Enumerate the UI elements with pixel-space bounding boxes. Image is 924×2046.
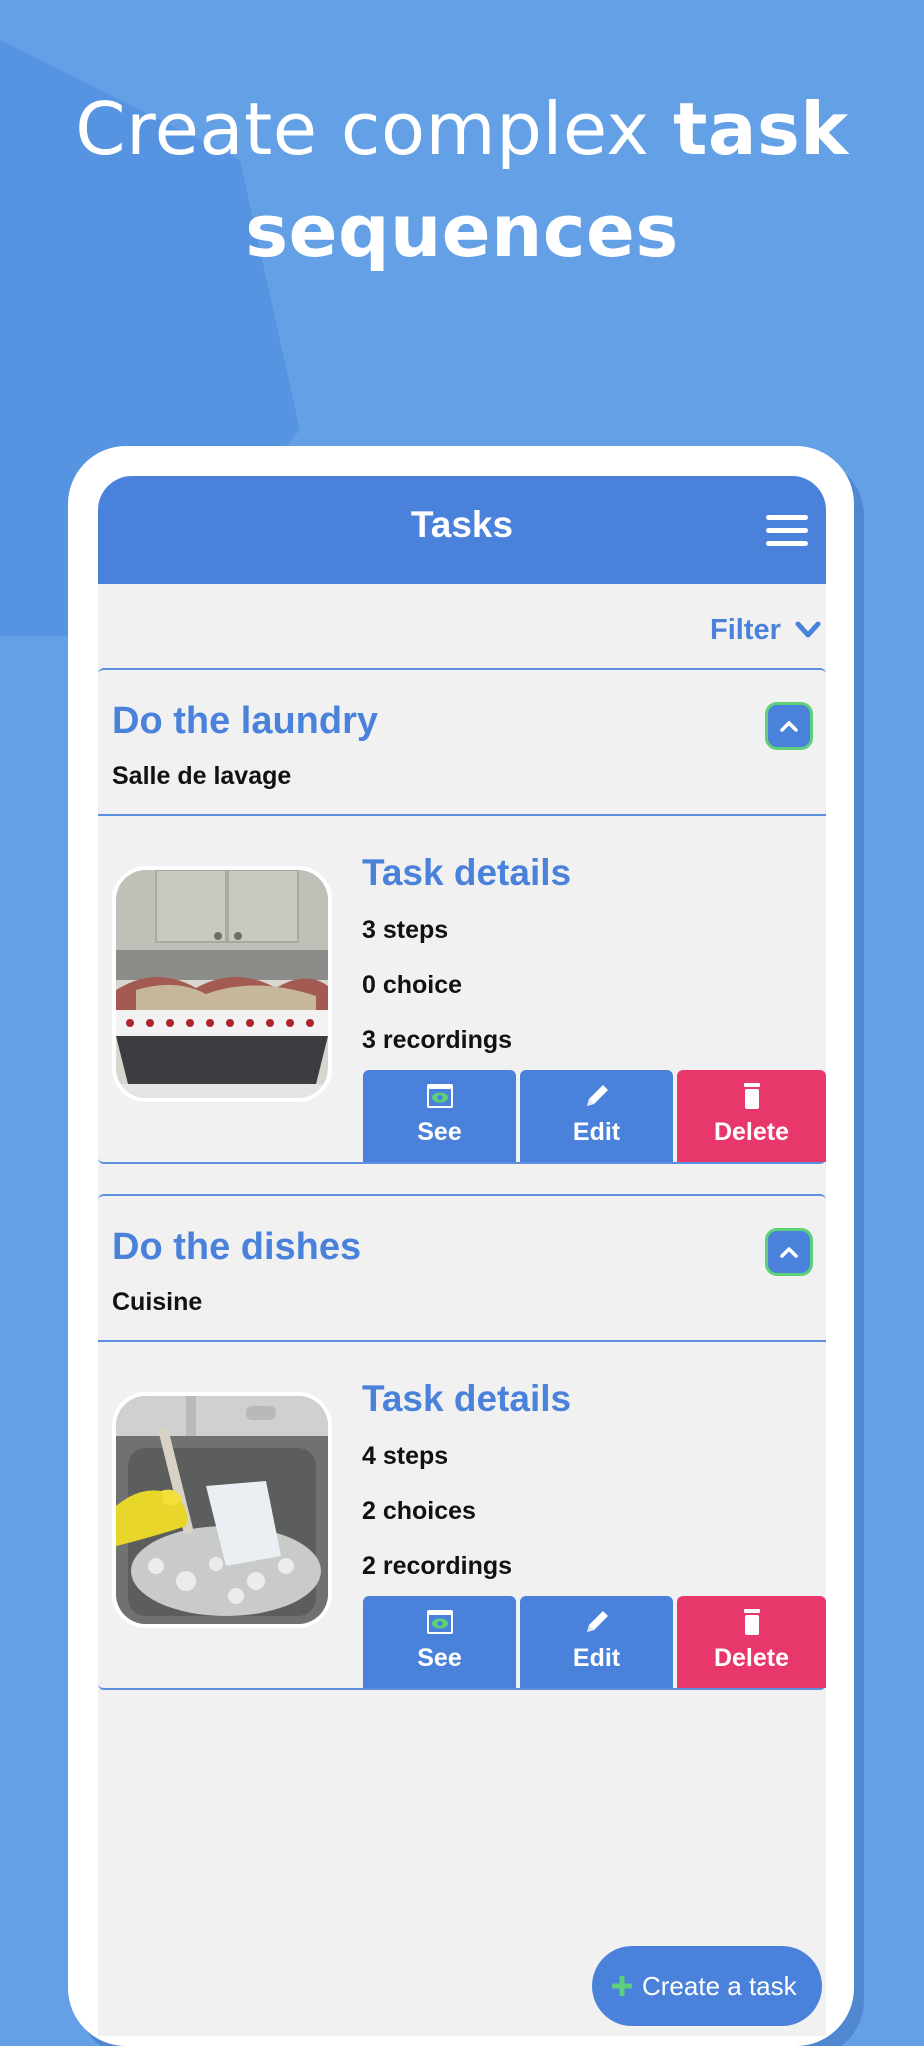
collapse-button[interactable] [765, 702, 813, 750]
steps-count: 3 steps [362, 916, 449, 944]
task-title: Do the dishes [112, 1226, 362, 1268]
create-task-button[interactable]: Create a task [592, 1946, 822, 2026]
app-bar: Tasks [98, 476, 826, 584]
plus-icon [612, 1976, 632, 1996]
task-card-header: Do the laundry Salle de lavage [98, 670, 826, 816]
see-label: See [417, 1118, 462, 1146]
hamburger-menu-icon[interactable] [766, 515, 808, 547]
pencil-icon [586, 1611, 608, 1632]
filter-button[interactable]: Filter [710, 610, 821, 650]
headline: Create complex task sequences [75, 87, 849, 273]
trash-icon [743, 1609, 760, 1635]
see-button[interactable]: See [363, 1596, 516, 1688]
recordings-count: 2 recordings [362, 1552, 513, 1580]
page-title: Tasks [410, 504, 514, 545]
choices-count: 0 choice [362, 971, 463, 999]
eye-icon [426, 1610, 453, 1634]
eye-icon [426, 1084, 453, 1108]
task-card-body: Task details 4 steps 2 choices 2 recordi… [98, 1342, 826, 1688]
task-card: Do the laundry Salle de lavage Task deta… [98, 668, 826, 1164]
see-label: See [417, 1644, 462, 1672]
delete-label: Delete [713, 1644, 790, 1672]
task-card-header: Do the dishes Cuisine [98, 1196, 826, 1342]
app-screen: Tasks Filter Do the laundry Salle de lav… [98, 476, 826, 2036]
delete-button[interactable]: Delete [677, 1070, 826, 1162]
task-card: Do the dishes Cuisine Task details 4 ste… [98, 1194, 826, 1690]
chevron-up-icon [780, 721, 798, 732]
edit-label: Edit [572, 1644, 621, 1672]
task-room: Salle de lavage [112, 762, 292, 790]
edit-button[interactable]: Edit [520, 1596, 673, 1688]
task-actions: See Edit Delete [363, 1596, 826, 1688]
task-card-body: Task details 3 steps 0 choice 3 recordin… [98, 816, 826, 1162]
trash-icon [743, 1083, 760, 1109]
task-title: Do the laundry [112, 700, 379, 742]
chevron-up-icon [780, 1247, 798, 1258]
chevron-down-icon [795, 621, 821, 638]
create-task-label: Create a task [642, 1970, 797, 2001]
task-details-title: Task details [362, 1378, 572, 1419]
filter-label: Filter [710, 613, 781, 646]
task-details-title: Task details [362, 852, 572, 893]
pencil-icon [586, 1085, 608, 1106]
delete-label: Delete [713, 1118, 790, 1146]
task-actions: See Edit Delete [363, 1070, 826, 1162]
task-room: Cuisine [112, 1288, 203, 1316]
edit-label: Edit [572, 1118, 621, 1146]
delete-button[interactable]: Delete [677, 1596, 826, 1688]
laundry-basket-photo [112, 866, 332, 1102]
recordings-count: 3 recordings [362, 1026, 513, 1054]
collapse-button[interactable] [765, 1228, 813, 1276]
see-button[interactable]: See [363, 1070, 516, 1162]
steps-count: 4 steps [362, 1442, 449, 1470]
edit-button[interactable]: Edit [520, 1070, 673, 1162]
choices-count: 2 choices [362, 1497, 476, 1525]
dishwashing-sink-photo [112, 1392, 332, 1628]
